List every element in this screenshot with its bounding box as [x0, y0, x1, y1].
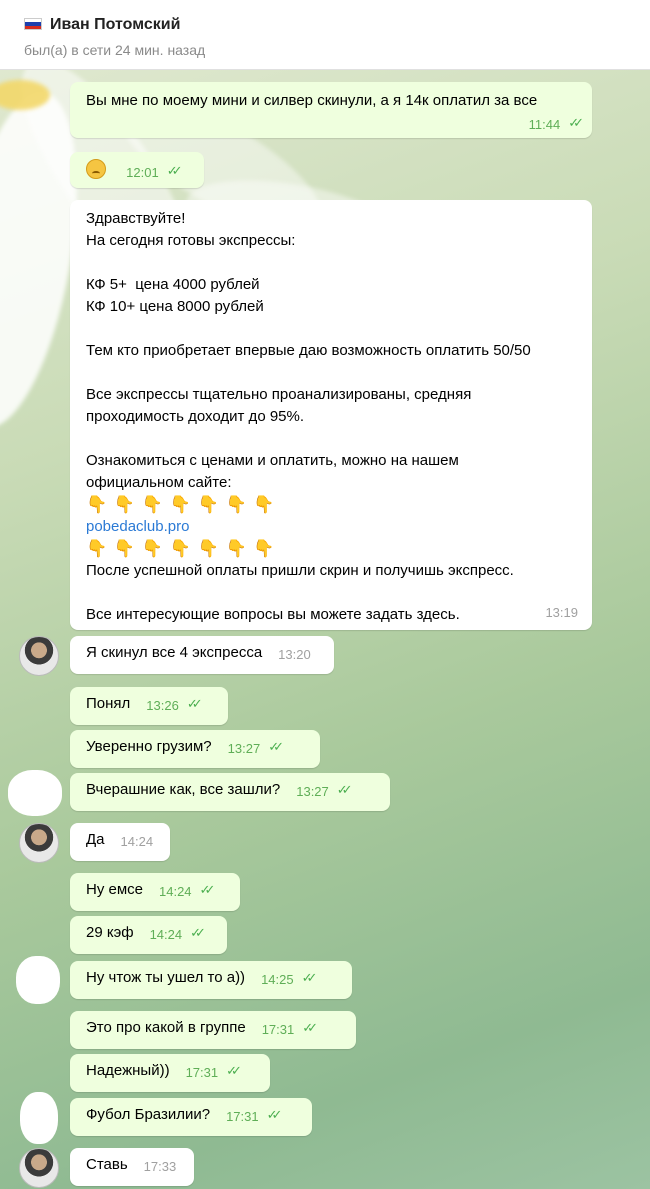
double-check-icon: ✓✓ — [302, 1020, 318, 1035]
message-time: 13:19 — [545, 605, 578, 620]
chat-header: Иван Потомский был(а) в сети 24 мин. наз… — [0, 0, 650, 70]
double-check-icon: ✓✓ — [336, 782, 353, 797]
message-text: Это про какой в группе — [86, 1019, 246, 1036]
double-check-icon: ✓✓ — [166, 163, 183, 178]
message-time: 13:20 — [278, 647, 311, 662]
message-bubble[interactable]: Понял 13:26 ✓✓ — [70, 687, 228, 725]
message-text: 29 кэф — [86, 924, 134, 941]
message-bubble[interactable]: Вчерашние как, все зашли? 13:27 ✓✓ — [70, 773, 390, 811]
double-check-icon: ✓✓ — [266, 1107, 283, 1122]
message-bubble[interactable]: Ставь 17:33 — [70, 1148, 194, 1186]
message-bubble[interactable]: Ну чтож ты ушел то а)) 14:25 ✓✓ — [70, 961, 352, 999]
hidden-avatar — [20, 1092, 58, 1144]
message-text: Ну емсе — [86, 881, 143, 898]
avatar[interactable] — [19, 636, 59, 676]
message-text: Уверенно грузим? — [86, 738, 212, 755]
message-bubble[interactable]: Ну емсе 14:24 ✓✓ — [70, 873, 240, 911]
message-bubble[interactable]: Вы мне по моему мини и силвер скинули, а… — [70, 82, 592, 138]
message-bubble[interactable]: Здравствуйте! На сегодня готовы экспресс… — [70, 200, 592, 630]
message-time: 14:25 — [261, 972, 294, 987]
contact-name[interactable]: Иван Потомский — [50, 16, 180, 34]
pointing-down-row: 👇 👇 👇 👇 👇 👇 👇 — [86, 495, 276, 514]
message-bubble[interactable]: Да 14:24 — [70, 823, 170, 861]
avatar[interactable] — [19, 823, 59, 863]
message-time: 17:33 — [143, 1159, 177, 1174]
double-check-icon: ✓✓ — [226, 1063, 242, 1078]
message-time: 14:24 — [120, 834, 154, 849]
message-time: 13:26 — [146, 698, 179, 713]
message-bubble[interactable]: Это про какой в группе 17:31 ✓✓ — [70, 1011, 356, 1049]
message-bubble[interactable]: Надежный)) 17:31 ✓✓ — [70, 1054, 270, 1092]
message-time: 11:44 — [528, 117, 561, 132]
message-bubble[interactable]: Я скинул все 4 экспресса 13:20 — [70, 636, 334, 674]
message-text: Здравствуйте! На сегодня готовы экспресс… — [86, 210, 531, 491]
message-text: Ну чтож ты ушел то а)) — [86, 969, 246, 986]
double-check-icon: ✓✓ — [186, 696, 203, 711]
double-check-icon: ✓✓ — [301, 970, 318, 985]
message-text: Надежный)) — [86, 1062, 170, 1079]
message-text: Ставь — [86, 1156, 128, 1173]
chat-area[interactable]: Вы мне по моему мини и силвер скинули, а… — [0, 70, 650, 1189]
message-time: 17:31 — [185, 1065, 219, 1080]
message-text: Да — [86, 831, 105, 848]
message-text: Понял — [86, 695, 131, 712]
disappointed-face-icon — [86, 159, 106, 179]
pointing-down-row: 👇 👇 👇 👇 👇 👇 👇 — [86, 539, 276, 558]
last-seen-status: был(а) в сети 24 мин. назад — [24, 42, 206, 58]
double-check-icon: ✓✓ — [199, 882, 216, 897]
message-text: Фубол Бразилии? — [86, 1106, 211, 1123]
message-time: 14:24 — [149, 927, 183, 942]
message-bubble[interactable]: Уверенно грузим? 13:27 ✓✓ — [70, 730, 320, 768]
message-time: 13:27 — [296, 784, 329, 799]
message-text: Вы мне по моему мини и силвер скинули, а… — [86, 92, 538, 109]
message-bubble[interactable]: 12:01 ✓✓ — [70, 152, 204, 188]
russia-flag-icon — [24, 18, 42, 30]
double-check-icon: ✓✓ — [268, 739, 284, 754]
double-check-icon: ✓✓ — [190, 925, 206, 940]
hidden-avatar — [8, 770, 62, 816]
site-link[interactable]: pobedaclub.pro — [86, 516, 578, 538]
message-text: Вчерашние как, все зашли? — [86, 781, 281, 798]
message-time: 13:27 — [227, 741, 261, 756]
message-time: 17:31 — [226, 1109, 259, 1124]
message-time: 12:01 — [126, 165, 159, 180]
message-text: Я скинул все 4 экспресса — [86, 644, 263, 661]
avatar[interactable] — [19, 1148, 59, 1188]
hidden-avatar — [16, 956, 60, 1004]
message-bubble[interactable]: 29 кэф 14:24 ✓✓ — [70, 916, 227, 954]
message-text: После успешной оплаты пришли скрин и пол… — [86, 562, 514, 623]
message-time: 14:24 — [159, 884, 192, 899]
double-check-icon: ✓✓ — [568, 115, 584, 130]
message-bubble[interactable]: Фубол Бразилии? 17:31 ✓✓ — [70, 1098, 312, 1136]
message-time: 17:31 — [261, 1022, 295, 1037]
